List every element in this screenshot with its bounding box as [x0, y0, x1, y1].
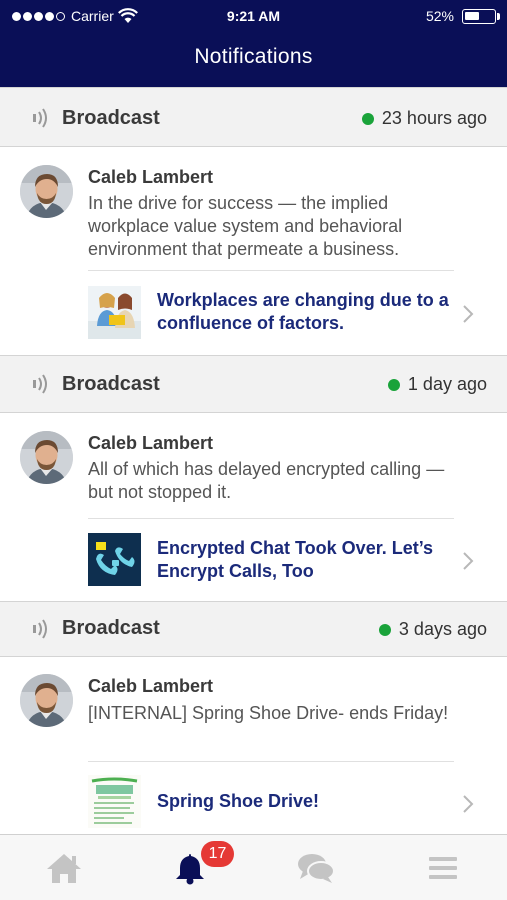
divider: [88, 270, 454, 271]
avatar[interactable]: [20, 431, 73, 484]
section-header: Broadcast 23 hours ago: [0, 87, 507, 147]
status-dot: [378, 623, 391, 636]
chevron-right-icon[interactable]: [462, 794, 474, 814]
chevron-right-icon[interactable]: [462, 551, 474, 571]
section-label: Broadcast: [62, 107, 160, 129]
article-thumbnail[interactable]: [88, 775, 141, 828]
status-dot: [387, 378, 400, 391]
broadcast-icon: [33, 374, 47, 394]
avatar[interactable]: [20, 165, 73, 218]
article-link-title[interactable]: Encrypted Chat Took Over. Let’s Encrypt …: [157, 537, 457, 583]
menu-icon[interactable]: [423, 851, 463, 885]
message-text: [INTERNAL] Spring Shoe Drive- ends Frida…: [88, 703, 449, 723]
message-text: All of which has delayed encrypted calli…: [88, 459, 445, 502]
chevron-right-icon[interactable]: [462, 304, 474, 324]
app-header: Carrier 9:21 AM 52% Notifications: [0, 0, 507, 87]
notification-count-badge: 17: [201, 841, 234, 867]
article-link-title[interactable]: Spring Shoe Drive!: [157, 790, 457, 813]
broadcast-icon: [33, 619, 47, 639]
article-thumbnail[interactable]: [88, 286, 141, 339]
section-header: Broadcast 1 day ago: [0, 355, 507, 413]
broadcast-icon: [33, 108, 47, 128]
chat-bubbles-icon[interactable]: [296, 851, 336, 885]
page-title: Notifications: [194, 45, 313, 68]
sender-name: Caleb Lambert: [88, 676, 214, 696]
section-label: Broadcast: [62, 617, 160, 639]
status-dot: [361, 112, 374, 125]
timestamp: 1 day ago: [387, 374, 487, 395]
status-bar: Carrier 9:21 AM 52%: [0, 0, 507, 34]
sender-name: Caleb Lambert: [88, 433, 214, 453]
article-thumbnail[interactable]: [88, 533, 141, 586]
avatar[interactable]: [20, 674, 73, 727]
tab-bar: [0, 834, 507, 900]
message-text: In the drive for success — the implied w…: [88, 193, 403, 259]
time-ago: 3 days ago: [398, 619, 487, 639]
battery-icon: [462, 9, 496, 24]
battery-percent: 52%: [425, 8, 454, 24]
time-ago: 1 day ago: [407, 374, 487, 394]
divider: [88, 761, 454, 762]
timestamp: 23 hours ago: [361, 108, 487, 129]
article-link-title[interactable]: Workplaces are changing due to a conflue…: [157, 289, 457, 335]
sender-name: Caleb Lambert: [88, 167, 214, 187]
home-icon[interactable]: [44, 851, 84, 885]
section-label: Broadcast: [62, 373, 160, 395]
time-ago: 23 hours ago: [381, 108, 487, 128]
section-header: Broadcast 3 days ago: [0, 601, 507, 657]
timestamp: 3 days ago: [378, 619, 487, 640]
divider: [88, 518, 454, 519]
